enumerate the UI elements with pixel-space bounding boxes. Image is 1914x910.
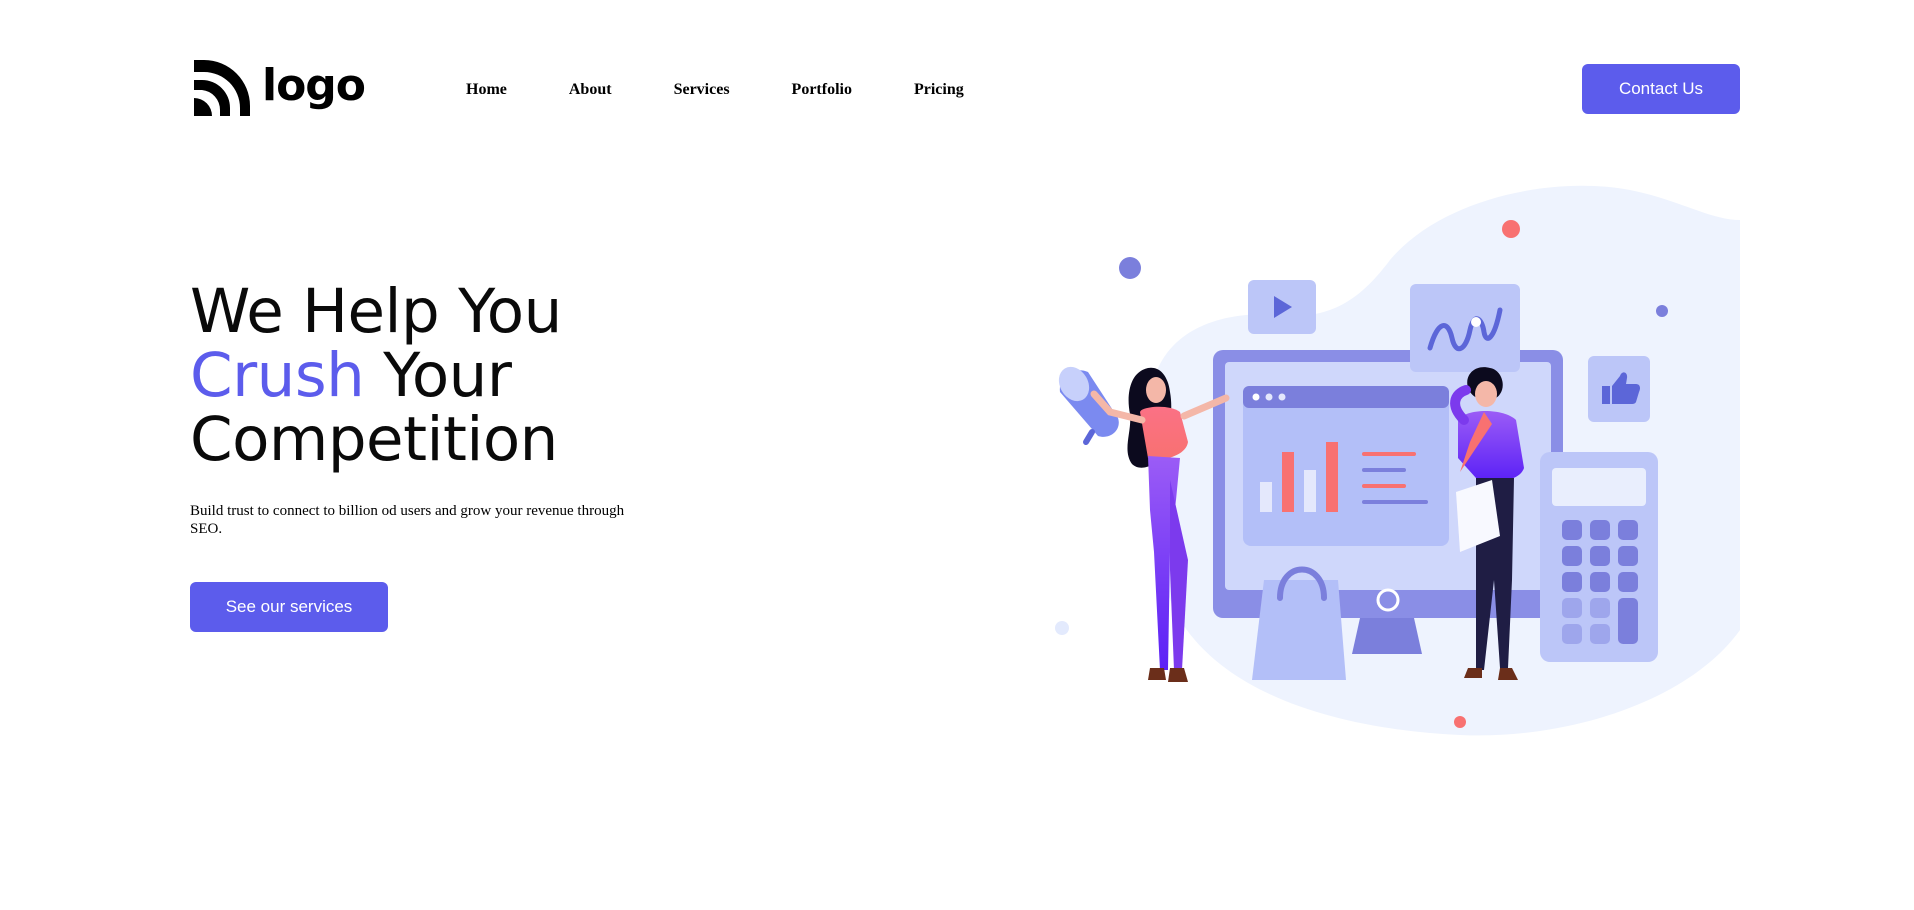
decor-dot [1656, 305, 1668, 317]
marketing-team-illustration [1055, 185, 1740, 736]
wave-card [1410, 284, 1520, 372]
bar-mark [1260, 482, 1272, 512]
hero-title-line1: We Help You [190, 276, 562, 347]
analytics-titlebar [1243, 386, 1449, 408]
hero-title: We Help You Crush Your Competition [190, 280, 830, 472]
bar-mark [1282, 452, 1294, 512]
site-header: logo Home About Services Portfolio Prici… [0, 0, 1914, 180]
contact-us-button[interactable]: Contact Us [1582, 64, 1740, 114]
monitor-stand [1352, 618, 1422, 654]
hero-subtitle: Build trust to connect to billion od use… [190, 503, 625, 537]
nav-about[interactable]: About [569, 81, 612, 99]
decor-dot [1119, 257, 1141, 279]
hero-title-accent: Crush [190, 340, 365, 411]
decor-dot [1502, 220, 1520, 238]
marketing-illustration [1030, 180, 1740, 740]
nav-pricing[interactable]: Pricing [914, 81, 964, 99]
calculator-keys [1562, 520, 1638, 644]
see-services-button[interactable]: See our services [190, 582, 388, 632]
nav-services[interactable]: Services [674, 81, 730, 99]
bar-mark [1326, 442, 1338, 512]
logo[interactable]: logo [192, 58, 372, 118]
decor-dot [1055, 621, 1069, 635]
hero-section: We Help You Crush Your Competition Build… [190, 280, 830, 632]
analytics-window [1243, 386, 1449, 546]
nav-home[interactable]: Home [466, 81, 507, 99]
nav-portfolio[interactable]: Portfolio [792, 81, 852, 99]
shopping-bag [1252, 580, 1346, 680]
hero-title-line3: Competition [190, 404, 558, 475]
bar-mark [1304, 470, 1316, 512]
logo-icon [194, 60, 250, 116]
hero-title-line2: Your [364, 340, 512, 411]
decor-dot [1454, 716, 1466, 728]
logo-text: logo [262, 59, 366, 111]
main-nav: Home About Services Portfolio Pricing [466, 78, 964, 102]
